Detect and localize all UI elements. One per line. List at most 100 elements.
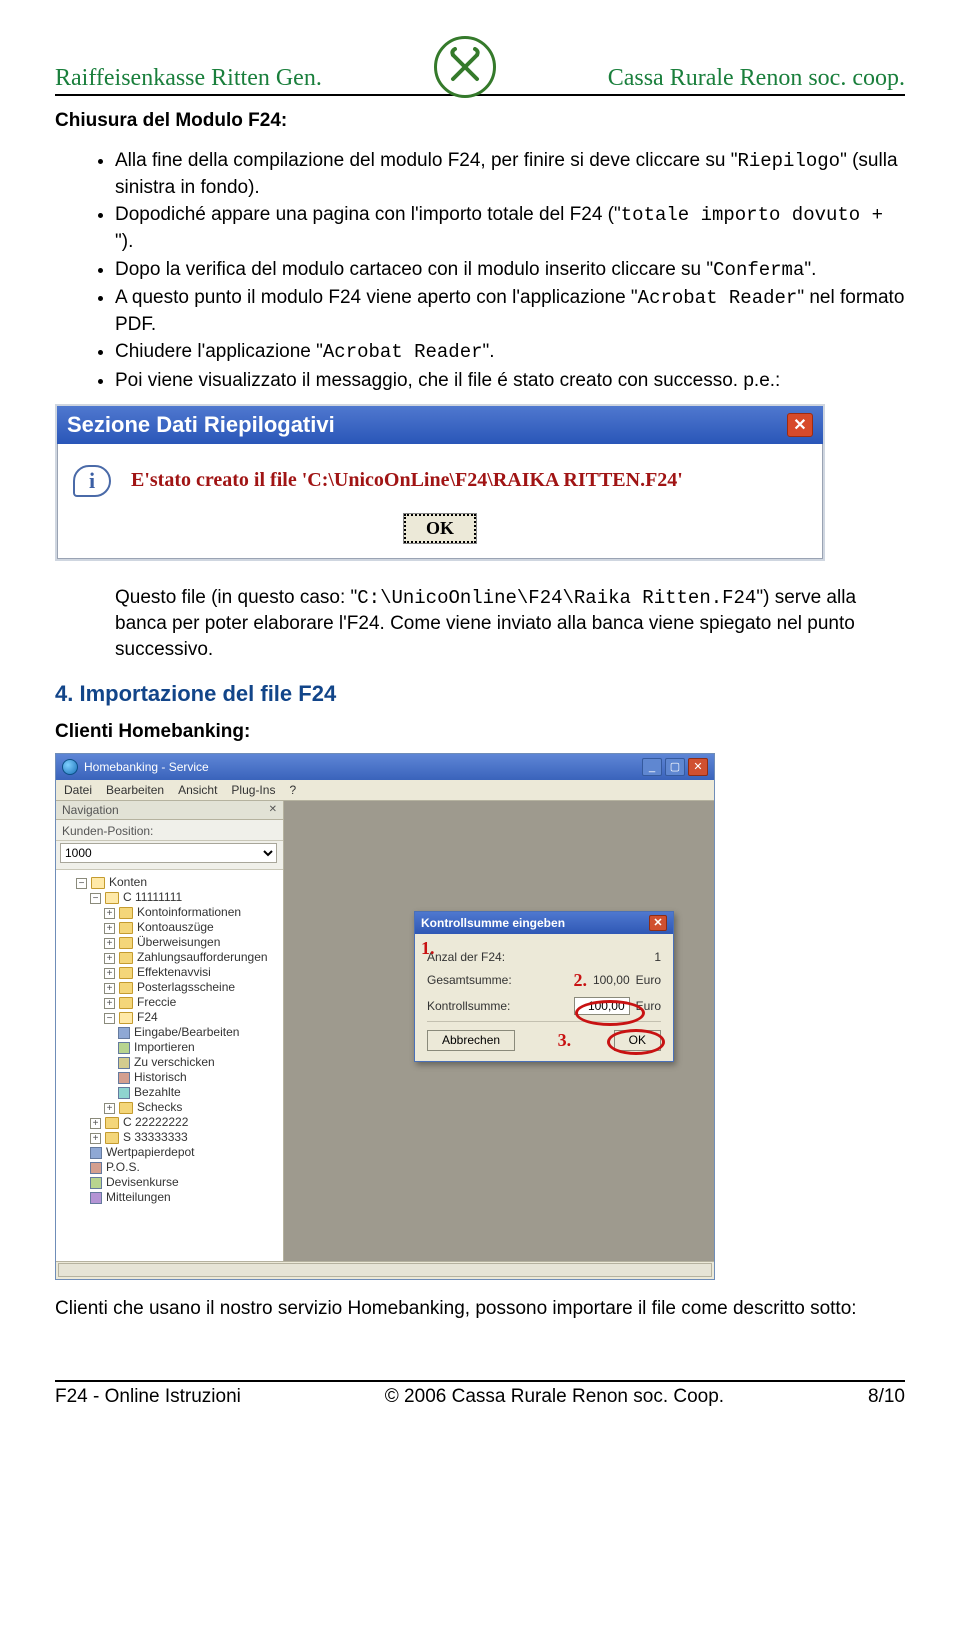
kunden-select[interactable]: 1000 xyxy=(60,843,277,863)
tree-item[interactable]: S 33333333 xyxy=(123,1130,188,1144)
tree-item[interactable]: Konten xyxy=(109,875,147,889)
expand-icon[interactable]: + xyxy=(90,1118,101,1129)
header-right: Cassa Rurale Renon soc. coop. xyxy=(608,65,905,92)
hb-titlebar: Homebanking - Service _ ▢ ✕ xyxy=(56,754,714,780)
close-icon[interactable]: ✕ xyxy=(649,915,667,931)
app-icon xyxy=(62,759,78,775)
page-footer: F24 - Online Istruzioni © 2006 Cassa Rur… xyxy=(55,1380,905,1408)
expand-icon[interactable]: + xyxy=(104,983,115,994)
folder-icon xyxy=(105,1117,119,1129)
info-dialog: Sezione Dati Riepilogativi ✕ i E'stato c… xyxy=(55,404,825,561)
bottom-paragraph: Clienti che usano il nostro servizio Hom… xyxy=(55,1298,905,1320)
hb-scrollbar-row xyxy=(56,1261,714,1279)
item-icon xyxy=(90,1162,102,1174)
item-icon xyxy=(118,1042,130,1054)
tree-item[interactable]: Importieren xyxy=(134,1040,195,1054)
folder-icon xyxy=(105,892,119,904)
footer-center: © 2006 Cassa Rurale Renon soc. Coop. xyxy=(385,1386,724,1408)
section-title-chiusura: Chiusura del Modulo F24: xyxy=(55,110,905,132)
hb-menubar: Datei Bearbeiten Ansicht Plug-Ins ? xyxy=(56,780,714,801)
row-label: Gesamtsumme: xyxy=(427,973,512,987)
list-item: Alla fine della compilazione del modulo … xyxy=(115,148,905,200)
page-header: Raiffeisenkasse Ritten Gen. Cassa Rurale… xyxy=(55,30,905,96)
folder-icon xyxy=(119,922,133,934)
tree-item[interactable]: Posterlagsscheine xyxy=(137,980,235,994)
item-icon xyxy=(90,1177,102,1189)
tree-item[interactable]: Kontoinformationen xyxy=(137,905,241,919)
item-icon xyxy=(118,1057,130,1069)
folder-icon xyxy=(105,1132,119,1144)
tree-item-f24[interactable]: F24 xyxy=(137,1010,158,1024)
scrollbar-horizontal[interactable] xyxy=(58,1263,712,1277)
list-item: Poi viene visualizzato il messaggio, che… xyxy=(115,368,905,394)
hb-content-area: Kontrollsumme eingeben ✕ 1. Anzal der F2… xyxy=(284,801,714,1261)
cancel-button[interactable]: Abbrechen xyxy=(427,1030,515,1051)
menu-item[interactable]: Plug-Ins xyxy=(231,783,275,797)
expand-icon[interactable]: + xyxy=(104,938,115,949)
ok-button[interactable]: OK xyxy=(404,514,476,543)
collapse-icon[interactable]: − xyxy=(76,878,87,889)
tree-item[interactable]: Mitteilungen xyxy=(106,1190,171,1204)
ok-button[interactable]: OK xyxy=(614,1030,661,1051)
expand-icon[interactable]: + xyxy=(104,923,115,934)
kunden-label: Kunden-Position: xyxy=(56,820,283,841)
tree-item[interactable]: Bezahlte xyxy=(134,1085,181,1099)
expand-icon[interactable]: + xyxy=(104,908,115,919)
tree-item[interactable]: Kontoauszüge xyxy=(137,920,214,934)
section-heading-import: 4. Importazione del file F24 xyxy=(55,681,905,707)
kontrollsumme-input[interactable] xyxy=(574,997,630,1015)
popup-title: Kontrollsumme eingeben xyxy=(421,916,565,930)
raiffeisen-logo-icon xyxy=(434,36,496,98)
expand-icon[interactable]: + xyxy=(90,1133,101,1144)
menu-item[interactable]: Datei xyxy=(64,783,92,797)
annotation-3-icon: 3. xyxy=(558,1030,572,1051)
collapse-icon[interactable]: − xyxy=(104,1013,115,1024)
tree-item[interactable]: P.O.S. xyxy=(106,1160,140,1174)
folder-icon xyxy=(119,952,133,964)
item-icon xyxy=(90,1192,102,1204)
folder-icon xyxy=(119,1012,133,1024)
collapse-icon[interactable]: − xyxy=(90,893,101,904)
list-item: A questo punto il modulo F24 viene apert… xyxy=(115,285,905,337)
tree-item[interactable]: Historisch xyxy=(134,1070,187,1084)
tree-item[interactable]: Eingabe/Bearbeiten xyxy=(134,1025,239,1039)
row-label: Anzal der F24: xyxy=(427,950,505,964)
homebanking-window: Homebanking - Service _ ▢ ✕ Datei Bearbe… xyxy=(55,753,715,1280)
menu-item[interactable]: Ansicht xyxy=(178,783,217,797)
minimize-icon[interactable]: _ xyxy=(642,758,662,776)
hb-title: Homebanking - Service xyxy=(84,760,209,774)
tree-item[interactable]: Devisenkurse xyxy=(106,1175,179,1189)
hb-navigation-panel: Navigation ✕ Kunden-Position: 1000 −Kont… xyxy=(56,801,284,1261)
info-icon: i xyxy=(71,460,113,502)
folder-icon xyxy=(119,937,133,949)
menu-item[interactable]: ? xyxy=(289,783,296,797)
maximize-icon[interactable]: ▢ xyxy=(665,758,685,776)
tree-item[interactable]: Zahlungsaufforderungen xyxy=(137,950,268,964)
menu-item[interactable]: Bearbeiten xyxy=(106,783,164,797)
header-left: Raiffeisenkasse Ritten Gen. xyxy=(55,65,322,92)
tree-item[interactable]: Schecks xyxy=(137,1100,182,1114)
instruction-list: Alla fine della compilazione del modulo … xyxy=(55,148,905,394)
close-icon[interactable]: ✕ xyxy=(787,413,813,437)
expand-icon[interactable]: + xyxy=(104,953,115,964)
expand-icon[interactable]: + xyxy=(104,1103,115,1114)
tree-item[interactable]: C 11111111 xyxy=(123,890,182,904)
folder-icon xyxy=(119,1102,133,1114)
tree-item[interactable]: Freccie xyxy=(137,995,176,1009)
tree-item[interactable]: Überweisungen xyxy=(137,935,220,949)
list-item: Chiudere l'applicazione "Acrobat Reader"… xyxy=(115,339,905,366)
item-icon xyxy=(90,1147,102,1159)
pin-icon[interactable]: ✕ xyxy=(269,804,277,815)
expand-icon[interactable]: + xyxy=(104,968,115,979)
expand-icon[interactable]: + xyxy=(104,998,115,1009)
tree-item[interactable]: Zu verschicken xyxy=(134,1055,215,1069)
list-item: Dopo la verifica del modulo cartaceo con… xyxy=(115,257,905,284)
folder-icon xyxy=(119,967,133,979)
kontrollsumme-dialog: Kontrollsumme eingeben ✕ 1. Anzal der F2… xyxy=(414,911,674,1062)
dialog-message: E'stato creato il file 'C:\UnicoOnLine\F… xyxy=(131,469,683,492)
tree-item[interactable]: Effektenavvisi xyxy=(137,965,211,979)
tree-item[interactable]: Wertpapierdepot xyxy=(106,1145,195,1159)
close-icon[interactable]: ✕ xyxy=(688,758,708,776)
tree-item[interactable]: C 22222222 xyxy=(123,1115,188,1129)
dialog-titlebar: Sezione Dati Riepilogativi ✕ xyxy=(57,406,823,444)
